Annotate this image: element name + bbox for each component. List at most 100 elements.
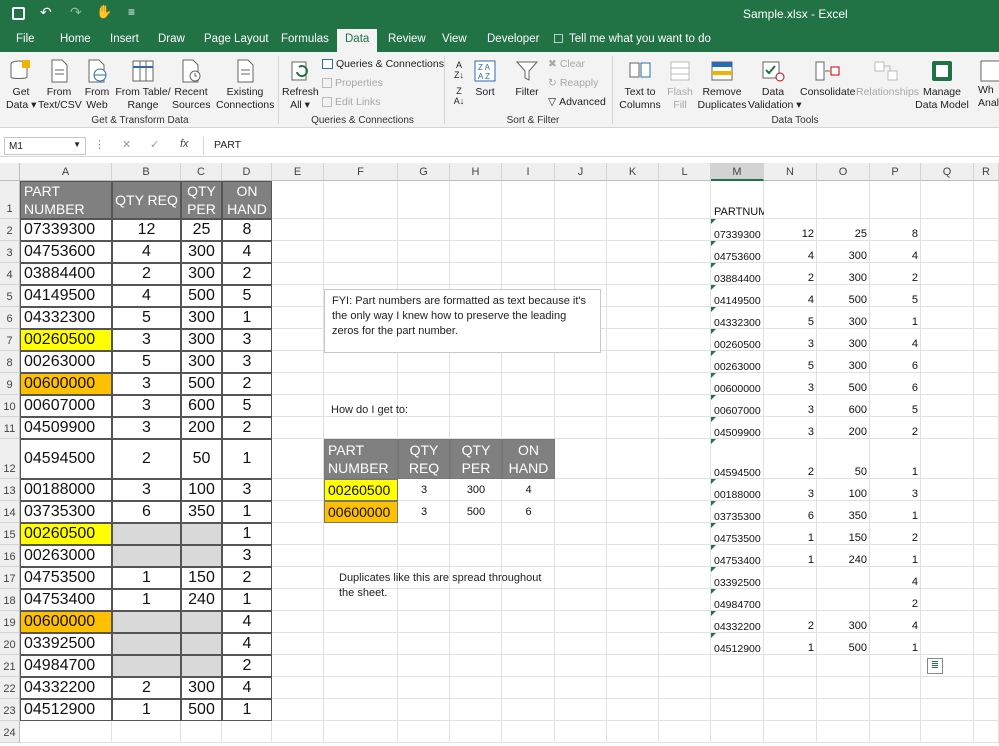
qty-per-cell[interactable]: 150 [181,567,222,589]
qty-req-cell[interactable] [112,633,181,655]
qty-req-cell[interactable]: 6 [112,501,181,523]
right-on-hand-cell[interactable]: 1 [870,501,921,523]
right-part-number-cell[interactable]: 04332200 [711,611,764,633]
target-on-hand-cell[interactable]: 6 [502,501,555,523]
right-qty-req-cell[interactable]: 1 [764,633,817,655]
filter-button[interactable]: Filter [512,58,542,99]
right-on-hand-cell[interactable]: 5 [870,285,921,307]
sort-button[interactable]: Z AA Z Sort [472,58,498,99]
column-header-j[interactable]: J [555,163,607,181]
part-number-cell[interactable]: 04594500 [20,439,112,479]
part-number-cell[interactable]: 04149500 [20,285,112,307]
reapply-button[interactable]: ↻ Reapply [548,77,598,89]
flash-fill-button[interactable]: Flash Fill [666,58,694,112]
row-header-13[interactable]: 13 [0,479,20,501]
right-qty-req-cell[interactable]: 1 [764,523,817,545]
row-header-7[interactable]: 7 [0,329,20,351]
get-data-button[interactable]: Get Data ▾ [6,58,36,112]
tell-me-input[interactable]: Tell me what you want to do [569,33,711,45]
qty-per-cell[interactable]: 500 [181,699,222,721]
on-hand-cell[interactable]: 1 [222,699,272,721]
target-qty-req-cell[interactable]: 3 [398,479,450,501]
part-number-cell[interactable]: 04512900 [20,699,112,721]
on-hand-cell[interactable]: 2 [222,263,272,285]
right-part-number-cell[interactable]: 04753500 [711,523,764,545]
part-number-cell[interactable]: 00263000 [20,351,112,373]
tab-data[interactable]: Data [337,29,378,52]
sort-az-button[interactable]: A Z↓ [450,60,468,80]
part-number-cell[interactable]: 04984700 [20,655,112,677]
undo-icon[interactable]: ↶ [40,4,52,21]
right-qty-req-cell[interactable]: 6 [764,501,817,523]
part-number-cell[interactable]: 00263000 [20,545,112,567]
right-qty-req-cell[interactable]: 1 [764,545,817,567]
right-qty-req-cell[interactable]: 2 [764,263,817,285]
on-hand-cell[interactable]: 8 [222,219,272,241]
header-on-hand[interactable]: ON HAND [222,181,272,219]
right-part-number-cell[interactable]: 04594500 [711,439,764,479]
right-on-hand-cell[interactable]: 8 [870,219,921,241]
column-header-o[interactable]: O [817,163,870,181]
right-on-hand-cell[interactable]: 4 [870,329,921,351]
row-header-14[interactable]: 14 [0,501,20,523]
right-on-hand-cell[interactable]: 1 [870,545,921,567]
right-qty-per-cell[interactable]: 500 [817,285,870,307]
right-part-number-cell[interactable]: 04512900 [711,633,764,655]
row-header-19[interactable]: 19 [0,611,20,633]
qty-per-cell[interactable]: 300 [181,351,222,373]
on-hand-cell[interactable]: 1 [222,523,272,545]
tab-formulas[interactable]: Formulas [281,33,329,45]
right-part-number-cell[interactable]: 00188000 [711,479,764,501]
right-qty-per-cell[interactable]: 240 [817,545,870,567]
qty-per-cell[interactable]: 350 [181,501,222,523]
part-number-cell[interactable]: 04332200 [20,677,112,699]
column-header-q[interactable]: Q [921,163,974,181]
qty-per-cell[interactable]: 500 [181,373,222,395]
insert-function-icon[interactable]: fx [180,138,189,150]
row-header-8[interactable]: 8 [0,351,20,373]
right-qty-req-cell[interactable]: 2 [764,611,817,633]
on-hand-cell[interactable]: 2 [222,655,272,677]
edit-links-button[interactable]: Edit Links [322,96,381,108]
right-on-hand-cell[interactable]: 3 [870,479,921,501]
column-header-h[interactable]: H [450,163,502,181]
manage-data-model-button[interactable]: Manage Data Model [914,58,970,112]
on-hand-cell[interactable]: 1 [222,439,272,479]
tab-review[interactable]: Review [388,33,426,45]
right-qty-per-cell[interactable]: 150 [817,523,870,545]
qty-per-cell[interactable]: 300 [181,263,222,285]
qty-req-cell[interactable] [112,655,181,677]
right-qty-req-cell[interactable] [764,567,817,589]
on-hand-cell[interactable]: 3 [222,351,272,373]
row-header-11[interactable]: 11 [0,417,20,439]
column-header-m[interactable]: M [711,163,764,181]
right-qty-req-cell[interactable]: 5 [764,351,817,373]
right-qty-per-cell[interactable]: 350 [817,501,870,523]
on-hand-cell[interactable]: 1 [222,307,272,329]
row-header-16[interactable]: 16 [0,545,20,567]
row-header-21[interactable]: 21 [0,655,20,677]
qty-per-cell[interactable]: 50 [181,439,222,479]
data-validation-button[interactable]: Data Validation ▾ [748,58,802,112]
column-header-f[interactable]: F [324,163,398,181]
right-on-hand-cell[interactable]: 1 [870,307,921,329]
qty-req-cell[interactable]: 1 [112,589,181,611]
right-on-hand-cell[interactable]: 1 [870,633,921,655]
row-header-1[interactable]: 1 [0,181,20,219]
part-number-cell[interactable]: 00607000 [20,395,112,417]
part-number-cell[interactable]: 00260500 [20,329,112,351]
qty-per-cell[interactable]: 300 [181,241,222,263]
tab-view[interactable]: View [442,33,467,45]
touch-mode-icon[interactable]: ✋ [96,4,112,20]
header-qty-req[interactable]: QTY REQ [112,181,181,219]
right-qty-req-cell[interactable]: 3 [764,373,817,395]
qty-req-cell[interactable]: 3 [112,479,181,501]
on-hand-cell[interactable]: 4 [222,611,272,633]
row-header-17[interactable]: 17 [0,567,20,589]
customize-qat-icon[interactable]: ≡ [128,5,135,19]
cancel-icon[interactable]: ✕ [122,138,131,151]
right-on-hand-cell[interactable]: 2 [870,263,921,285]
qty-per-cell[interactable] [181,545,222,567]
right-qty-req-cell[interactable]: 2 [764,439,817,479]
part-number-cell[interactable]: 00260500 [20,523,112,545]
